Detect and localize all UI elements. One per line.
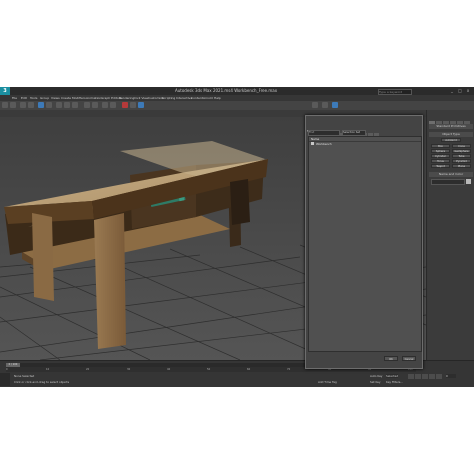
title-bar: 3 Autodesk 3ds Max 2021.ms4 Workbench_Fr…	[0, 87, 474, 95]
plane-button[interactable]: Plane	[452, 164, 471, 168]
window-title: Autodesk 3ds Max 2021.ms4 Workbench_Free…	[175, 88, 278, 93]
ruler-tick-label: 50	[207, 368, 211, 371]
side-leg	[230, 179, 250, 225]
list-item-label: Workbench	[316, 142, 332, 146]
move-icon[interactable]	[56, 102, 62, 108]
rotate-icon[interactable]	[64, 102, 70, 108]
cancel-button[interactable]: Cancel	[402, 356, 416, 361]
link-icon[interactable]	[20, 102, 26, 108]
ruler-tick-label: 60	[247, 368, 251, 371]
ruler-tick-label: 10	[46, 368, 50, 371]
box-button[interactable]: Box	[431, 144, 450, 148]
prompt-line: Click or click-and-drag to select object…	[14, 380, 70, 384]
torus-button[interactable]: Torus	[431, 159, 450, 163]
autogrid-checkbox[interactable]: AutoGrid	[441, 138, 461, 142]
geosphere-button[interactable]: GeoSphere	[452, 149, 471, 153]
prev-frame-icon[interactable]	[415, 374, 421, 379]
goto-end-icon[interactable]	[436, 374, 442, 379]
scene-explorer-icon[interactable]	[332, 102, 338, 108]
key-mode-dropdown[interactable]: Selected	[386, 374, 399, 378]
select-object-icon[interactable]	[38, 102, 44, 108]
select-from-scene-dialog: Select Display Customize Find Selection …	[305, 115, 423, 369]
ruler-tick-label: 30	[127, 368, 131, 371]
cylinder-button[interactable]: Cylinder	[431, 154, 450, 158]
app-logo-icon[interactable]: 3	[0, 87, 10, 95]
ok-button[interactable]: OK	[384, 356, 398, 361]
ruler-tick-label: 20	[86, 368, 90, 371]
undo-icon[interactable]	[2, 102, 8, 108]
render-frame-icon[interactable]	[130, 102, 136, 108]
object-name-field[interactable]	[431, 179, 465, 185]
dialog-menu: Select Display Customize	[307, 117, 371, 133]
align-icon[interactable]	[110, 102, 116, 108]
scene-object-list: Name Workbench	[308, 136, 422, 352]
scale-icon[interactable]	[72, 102, 78, 108]
object-color-swatch[interactable]	[466, 179, 471, 184]
sphere-button[interactable]: Sphere	[431, 149, 450, 153]
object-type-rollout[interactable]: Object Type	[429, 132, 473, 137]
dialog-filter-icon[interactable]	[312, 102, 318, 108]
snap-icon[interactable]	[84, 102, 90, 108]
unlink-icon[interactable]	[28, 102, 34, 108]
maximize-button[interactable]: □	[456, 88, 464, 94]
dialog-toolbar	[308, 123, 420, 138]
render-icon[interactable]	[138, 102, 144, 108]
primitive-type-dropdown[interactable]: Standard Primitives	[429, 124, 473, 129]
dialog-sort-icon[interactable]	[322, 102, 328, 108]
key-filters-button[interactable]: Key Filters...	[386, 380, 403, 384]
ruler-tick-label: 70	[287, 368, 291, 371]
auto-key-button[interactable]: Auto Key	[370, 374, 382, 378]
list-item[interactable]: Workbench	[309, 142, 421, 146]
cone-button[interactable]: Cone	[452, 144, 471, 148]
tube-button[interactable]: Tube	[452, 154, 471, 158]
front-right-leg	[94, 213, 126, 349]
ruler-tick-label: 40	[167, 368, 171, 371]
front-left-leg	[32, 213, 54, 301]
next-frame-icon[interactable]	[429, 374, 435, 379]
command-panel: Standard Primitives Object Type AutoGrid…	[426, 110, 474, 360]
teapot-button[interactable]: Teapot	[431, 164, 450, 168]
name-and-color-rollout[interactable]: Name and Color	[429, 172, 473, 177]
maxscript-listener[interactable]	[0, 373, 10, 386]
select-by-name-icon[interactable]	[46, 102, 52, 108]
minimize-button[interactable]: _	[448, 88, 456, 94]
selection-status: None Selected	[14, 374, 35, 378]
command-tabs	[429, 112, 473, 127]
set-key-button[interactable]: Set Key	[370, 380, 381, 384]
play-icon[interactable]	[422, 374, 428, 379]
pyramid-button[interactable]: Pyramid	[452, 159, 471, 163]
add-time-tag-button[interactable]: Add Time Tag	[318, 380, 337, 384]
current-frame-field[interactable]: 0	[446, 374, 456, 378]
angle-snap-icon[interactable]	[92, 102, 98, 108]
redo-icon[interactable]	[10, 102, 16, 108]
object-icon	[311, 142, 314, 145]
close-button[interactable]: x	[464, 88, 472, 94]
mirror-icon[interactable]	[102, 102, 108, 108]
ruler-tick-label: 0	[6, 368, 8, 371]
goto-start-icon[interactable]	[408, 374, 414, 379]
render-setup-icon[interactable]	[122, 102, 128, 108]
